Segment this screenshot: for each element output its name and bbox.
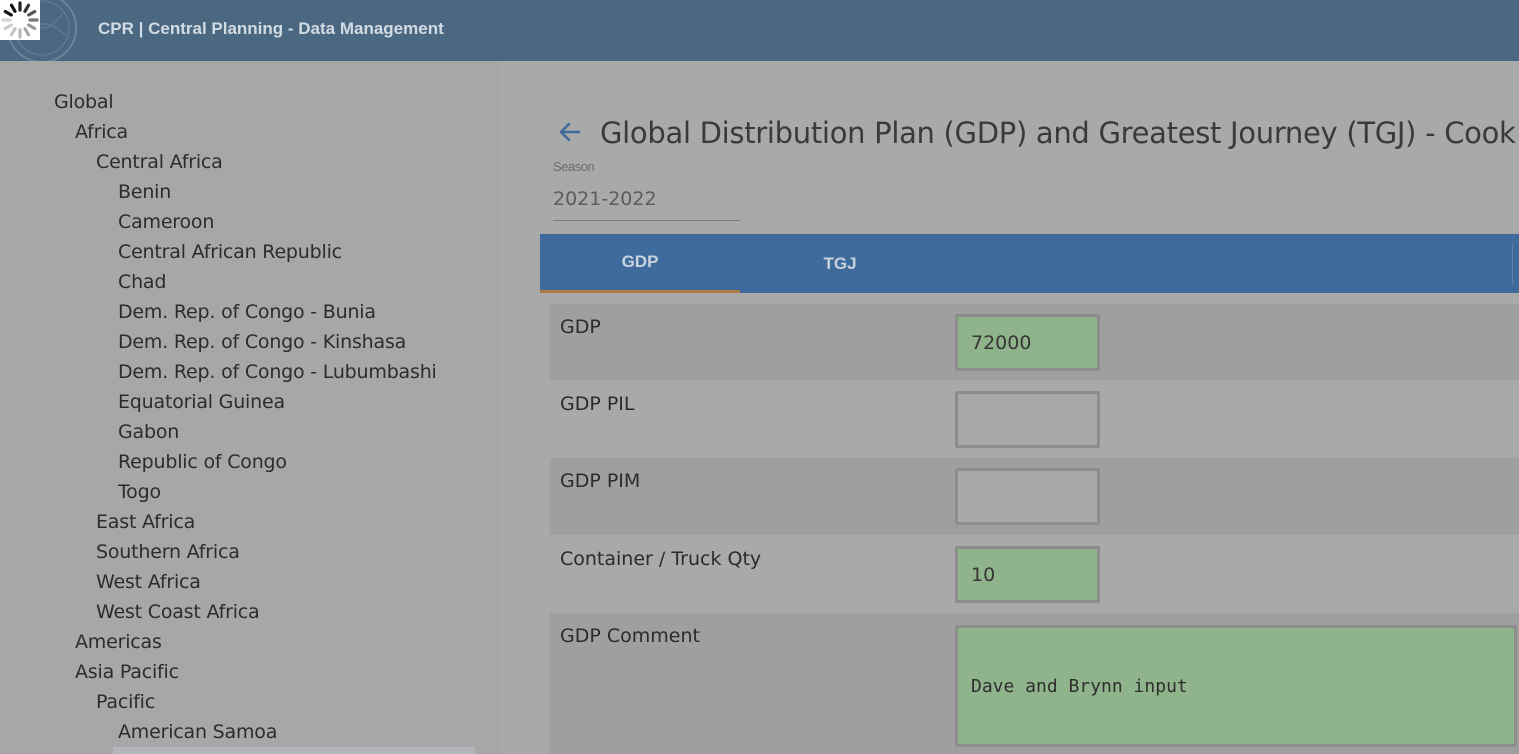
gdp-label: GDP xyxy=(560,316,601,338)
form-row-gdp-pil: GDP PIL xyxy=(550,381,1519,458)
form-row-gdp-pim: GDP PIM xyxy=(550,458,1519,535)
page-title: Global Distribution Plan (GDP) and Great… xyxy=(600,116,1519,150)
tree-item-togo[interactable]: Togo xyxy=(118,481,161,503)
tree-item-drc-lubumbashi[interactable]: Dem. Rep. of Congo - Lubumbashi xyxy=(118,361,437,383)
loading-spinner-icon xyxy=(0,0,40,40)
tree-item-central-africa[interactable]: Central Africa xyxy=(96,151,223,173)
tree-item-east-africa[interactable]: East Africa xyxy=(96,511,195,533)
tree-item-global[interactable]: Global xyxy=(54,91,114,113)
gdp-input[interactable]: 72000 xyxy=(955,314,1100,371)
tab-gdp[interactable]: GDP xyxy=(540,234,740,293)
tree-item-gabon[interactable]: Gabon xyxy=(118,421,179,443)
tree-item-americas[interactable]: Americas xyxy=(75,631,162,653)
season-select[interactable]: 2021-2022 xyxy=(553,188,740,221)
tree-item-drc-kinshasa[interactable]: Dem. Rep. of Congo - Kinshasa xyxy=(118,331,406,353)
tree-item-american-samoa[interactable]: American Samoa xyxy=(118,721,277,743)
tree-item-asia-pacific[interactable]: Asia Pacific xyxy=(75,661,179,683)
tree-item-west-africa[interactable]: West Africa xyxy=(96,571,201,593)
tree-item-selected-highlight[interactable] xyxy=(113,747,475,754)
season-label: Season xyxy=(553,159,595,174)
tree-item-pacific[interactable]: Pacific xyxy=(96,691,155,713)
tab-tgj[interactable]: TGJ xyxy=(740,234,940,293)
tree-item-republic-of-congo[interactable]: Republic of Congo xyxy=(118,451,287,473)
gdp-comment-textarea[interactable]: Dave and Brynn input xyxy=(955,625,1517,747)
tree-item-equatorial-guinea[interactable]: Equatorial Guinea xyxy=(118,391,285,413)
tree-item-southern-africa[interactable]: Southern Africa xyxy=(96,541,240,563)
form-row-gdp: GDP 72000 xyxy=(550,304,1519,380)
container-qty-input[interactable]: 10 xyxy=(955,546,1100,603)
form-row-container-qty: Container / Truck Qty 10 xyxy=(550,536,1519,613)
main-content: Global Distribution Plan (GDP) and Great… xyxy=(500,61,1519,754)
tree-item-cameroon[interactable]: Cameroon xyxy=(118,211,214,233)
form-row-gdp-comment: GDP Comment Dave and Brynn input xyxy=(550,613,1519,754)
tab-bar: GDP TGJ xyxy=(540,234,1519,293)
arrow-left-icon[interactable] xyxy=(557,119,583,145)
gdp-pil-label: GDP PIL xyxy=(560,393,635,415)
tree-item-central-african-republic[interactable]: Central African Republic xyxy=(118,241,342,263)
container-qty-label: Container / Truck Qty xyxy=(560,548,762,570)
gdp-pil-input[interactable] xyxy=(955,391,1100,448)
tree-item-drc-bunia[interactable]: Dem. Rep. of Congo - Bunia xyxy=(118,301,376,323)
app-title: CPR | Central Planning - Data Management xyxy=(98,19,444,38)
gdp-pim-input[interactable] xyxy=(955,468,1100,525)
tree-item-africa[interactable]: Africa xyxy=(75,121,128,143)
tree-item-benin[interactable]: Benin xyxy=(118,181,171,203)
tree-item-west-coast-africa[interactable]: West Coast Africa xyxy=(96,601,260,623)
gdp-comment-label: GDP Comment xyxy=(560,625,700,647)
tab-bar-divider xyxy=(1512,242,1513,285)
sidebar-tree: Global Africa Central Africa Benin Camer… xyxy=(0,61,500,754)
gdp-pim-label: GDP PIM xyxy=(560,470,641,492)
tree-item-chad[interactable]: Chad xyxy=(118,271,166,293)
app-header: CPR | Central Planning - Data Management xyxy=(0,0,1519,63)
